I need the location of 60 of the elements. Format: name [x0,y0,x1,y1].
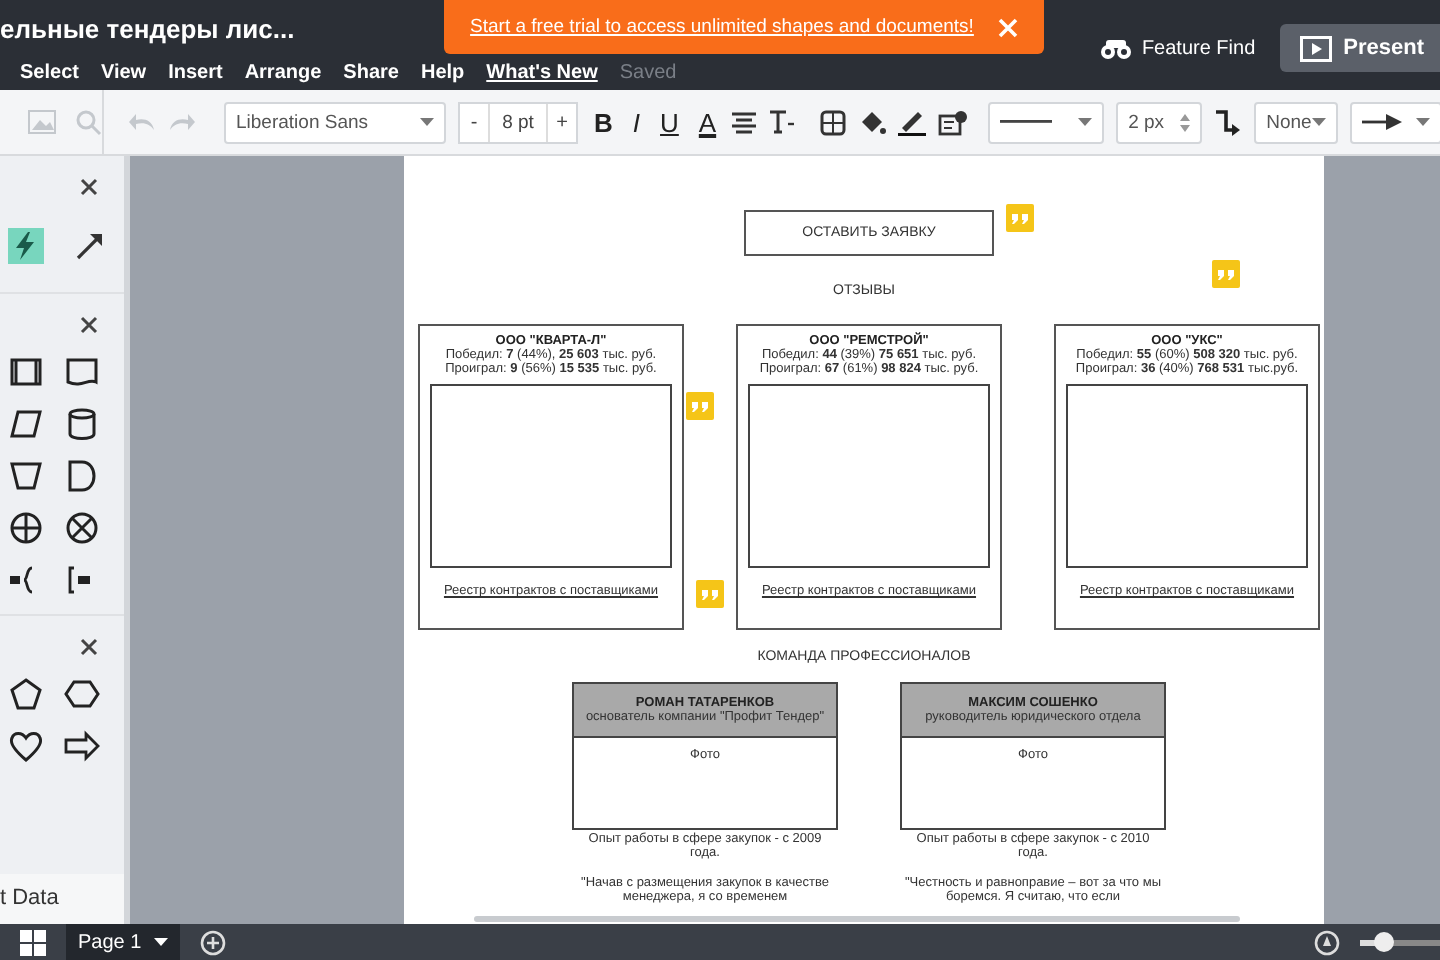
data-panel-tab[interactable]: t Data [0,874,124,924]
circle-cross-icon[interactable] [8,510,44,546]
underline-button[interactable]: U [656,107,683,137]
arrow-end-icon [1362,114,1403,130]
menu-item[interactable]: Insert [168,61,223,83]
pentagon-icon[interactable] [8,676,44,712]
caret-icon [153,938,168,946]
grid-icon[interactable] [20,929,46,955]
right-arrow-shape-icon[interactable] [64,728,100,764]
close-icon[interactable] [80,637,98,655]
feature-find-button[interactable]: Feature Find [1099,37,1256,59]
line-end-dropdown[interactable] [1350,101,1440,143]
lightning-icon[interactable] [8,228,44,264]
circle-x-icon[interactable] [64,510,100,546]
trapezoid-icon[interactable] [8,458,44,494]
horizontal-scrollbar[interactable] [474,916,1240,922]
binoculars-icon [1099,37,1132,59]
close-icon[interactable] [80,177,98,195]
add-page-icon[interactable] [199,929,226,955]
menu-item[interactable]: What's New [486,61,598,83]
document-title[interactable]: ельные тендеры лис... [0,0,295,54]
caret-icon [420,118,434,126]
menu-item[interactable]: Arrange [244,61,322,83]
process-shape-icon[interactable] [8,354,44,390]
delay-shape-icon[interactable] [64,458,100,494]
cylinder-icon[interactable] [64,406,100,442]
table-icon[interactable] [820,109,847,135]
menu-item[interactable]: Help [420,61,465,83]
caret-icon [1416,118,1431,126]
line-start-dropdown[interactable]: None [1254,101,1339,143]
connector-icon[interactable] [1214,108,1243,136]
compass-icon[interactable] [1314,929,1340,955]
font-color-button[interactable]: A [694,107,721,137]
shape-options-icon[interactable] [938,109,969,135]
fill-bucket-icon[interactable] [858,109,887,135]
arrow-icon[interactable] [72,228,108,264]
menu-item[interactable]: Select [20,61,79,83]
font-dropdown[interactable]: Liberation Sans [224,101,446,143]
caret-icon [1312,118,1327,126]
hexagon-icon[interactable] [64,676,100,712]
bold-button[interactable]: B [590,107,617,137]
menu-item[interactable]: View [100,61,147,83]
page-tab[interactable]: Page 1 [66,924,180,960]
close-icon[interactable] [80,315,98,333]
stepper-icon [1180,113,1191,131]
menu-item[interactable]: Share [343,61,399,83]
present-button[interactable]: Present [1279,24,1440,72]
document-shape-icon[interactable] [64,354,100,390]
heart-icon[interactable] [8,728,44,764]
play-icon [1299,35,1332,61]
italic-button[interactable]: I [628,107,645,137]
parallelogram-icon[interactable] [8,406,44,442]
text-size-icon[interactable] [768,110,797,134]
caret-icon [1078,118,1093,126]
line-style-dropdown[interactable] [988,101,1105,143]
save-status: Saved [619,61,677,83]
line-style-icon [1000,120,1053,124]
pen-icon[interactable] [898,108,927,136]
line-width-field[interactable]: 2 px [1116,101,1203,143]
align-icon[interactable] [732,111,757,133]
